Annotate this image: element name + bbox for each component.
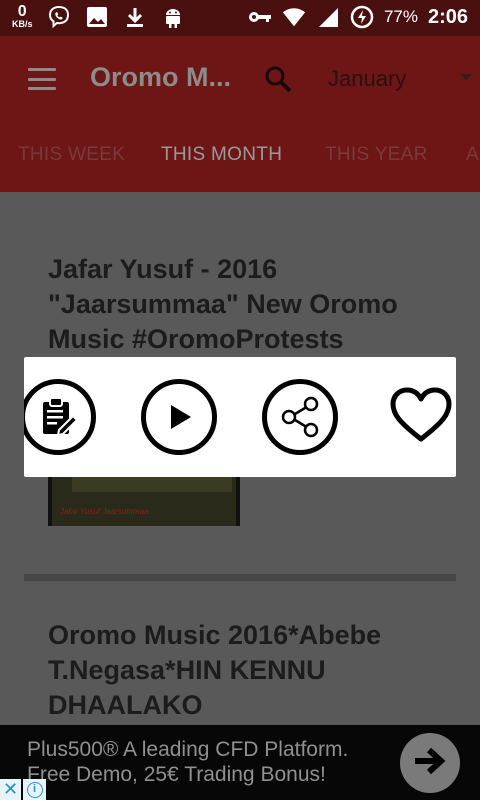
play-button[interactable] [141, 379, 217, 455]
tab-this-month[interactable]: THIS MONTH [161, 144, 282, 166]
search-icon[interactable] [263, 64, 295, 96]
notes-icon [35, 394, 81, 440]
ad-info-glyph: i [26, 781, 43, 798]
network-speed: 0 KB/s [12, 4, 33, 29]
action-popup [24, 357, 456, 477]
chevron-down-icon [460, 74, 472, 81]
month-dropdown[interactable]: January [328, 66, 476, 96]
wifi-icon [282, 5, 306, 29]
share-button[interactable] [262, 379, 338, 455]
ad-line-1: Plus500® A leading CFD Platform. [27, 738, 349, 761]
ad-line-2: Free Demo, 25€ Trading Bonus! [27, 763, 326, 786]
download-icon [123, 5, 147, 29]
battery-saver-icon [350, 5, 374, 29]
month-dropdown-value: January [328, 66, 407, 91]
signal-icon [316, 5, 340, 29]
ad-close-icon[interactable]: ✕ [0, 779, 21, 800]
arrow-right-icon [413, 747, 447, 780]
video-title[interactable]: Jafar Yusuf - 2016 "Jaarsummaa" New Orom… [48, 252, 448, 357]
android-debug-icon [161, 5, 185, 29]
video-title[interactable]: Oromo Music 2016*Abebe T.Negasa*HIN KENN… [48, 618, 448, 723]
notes-button[interactable] [24, 379, 96, 455]
battery-percent: 77% [383, 7, 418, 26]
tab-this-week[interactable]: THIS WEEK [18, 144, 125, 166]
period-tabs: THIS WEEK THIS MONTH THIS YEAR A [0, 144, 480, 184]
page-title: Oromo M... [90, 62, 231, 92]
network-speed-value: 0 [17, 3, 27, 20]
favorite-button[interactable] [388, 379, 454, 455]
heart-icon [389, 386, 453, 449]
ad-text: Plus500® A leading CFD Platform. Free De… [27, 737, 348, 787]
ad-info-icon[interactable]: i [23, 779, 46, 800]
tab-all[interactable]: A [466, 144, 479, 166]
share-icon [275, 392, 325, 442]
play-icon [164, 402, 194, 432]
thumbnail-caption: Jafar Yusuf Jaarsummaa [60, 507, 149, 516]
status-bar: 0 KB/s 77% 2:06 [0, 0, 480, 36]
network-speed-unit: KB/s [12, 19, 33, 29]
status-left: 0 KB/s [12, 4, 185, 29]
ad-go-button[interactable] [400, 733, 460, 793]
menu-icon[interactable] [28, 68, 56, 90]
viber-icon [47, 5, 71, 29]
tab-this-year[interactable]: THIS YEAR [325, 144, 428, 166]
clock: 2:06 [427, 5, 468, 28]
gallery-icon [85, 5, 109, 29]
card-divider [24, 574, 456, 581]
app-bar: Oromo M... January THIS WEEK THIS MONTH … [0, 36, 480, 192]
ad-banner[interactable]: Plus500® A leading CFD Platform. Free De… [0, 725, 480, 800]
status-right: 77% 2:06 [248, 5, 468, 29]
key-icon [248, 5, 272, 29]
